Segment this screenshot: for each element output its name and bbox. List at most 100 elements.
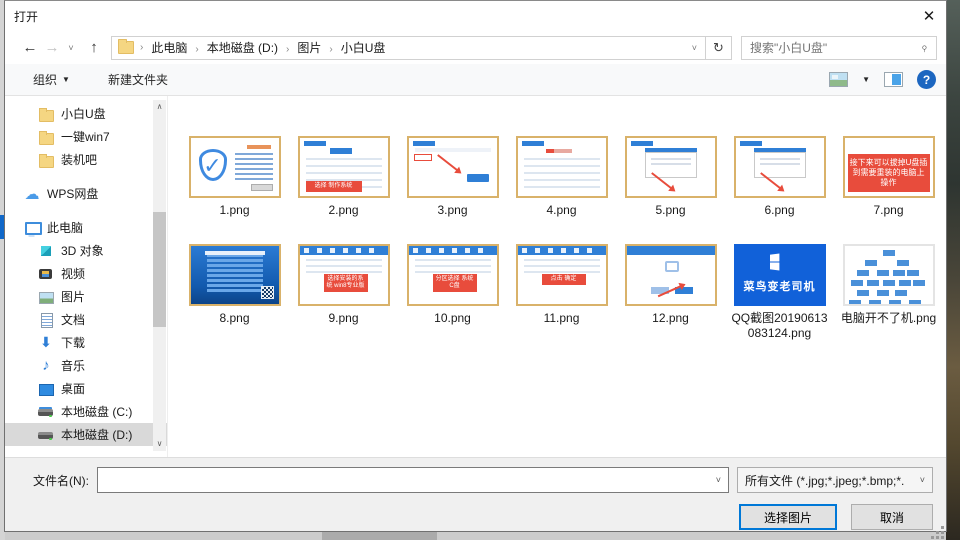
sidebar-item-图片[interactable]: 图片 [5, 285, 167, 308]
back-icon[interactable]: ← [19, 37, 41, 59]
file-name: 4.png [546, 203, 576, 218]
file-name: 7.png [873, 203, 903, 218]
filename-input[interactable] [98, 468, 709, 492]
sidebar-item-label: WPS网盘 [47, 185, 98, 202]
file-item[interactable]: 4.png [507, 136, 616, 244]
file-item[interactable]: 6.png [725, 136, 834, 244]
file-thumbnail[interactable] [843, 244, 935, 306]
file-thumbnail[interactable]: 选择 制作系统 [298, 136, 390, 198]
view-dropdown-icon[interactable]: ▼ [862, 75, 870, 84]
new-folder-label: 新建文件夹 [108, 71, 168, 88]
file-item[interactable]: ✓ 1.png [180, 136, 289, 244]
file-item[interactable]: 电脑开不了机.png [834, 244, 943, 352]
scroll-down-icon[interactable]: ∨ [157, 437, 163, 451]
file-item[interactable]: 分区选择 系统C盘10.png [398, 244, 507, 352]
music-icon: ♪ [38, 358, 54, 374]
address-dropdown-icon[interactable]: ˅ [684, 43, 705, 53]
help-icon[interactable]: ? [917, 70, 936, 89]
sidebar-item-本地磁盘 (D:)[interactable]: 本地磁盘 (D:) [5, 423, 167, 446]
breadcrumb-segment[interactable]: 本地磁盘 (D:) [199, 41, 286, 55]
thumbnail-callout-text: 分区选择 系统C盘 [433, 274, 477, 292]
folder-icon [38, 129, 54, 145]
file-item[interactable]: 3.png [398, 136, 507, 244]
file-name: 1.png [219, 203, 249, 218]
file-thumbnail[interactable] [407, 136, 499, 198]
file-thumbnail[interactable] [625, 244, 717, 306]
desktop-screen: 打开 ✕ ← → ˅ ↑ › 此电脑›本地磁盘 (D:)›图片›小白U盘 ˅ ↻… [0, 0, 960, 540]
search-icon[interactable]: ⌕ [911, 34, 938, 61]
thumbnail-callout-text: 点击 确定 [542, 274, 586, 285]
file-item[interactable]: 点击 确定11.png [507, 244, 616, 352]
filetype-dropdown-icon: ˅ [913, 475, 932, 485]
resize-grip[interactable] [941, 526, 944, 529]
file-item[interactable]: 12.png [616, 244, 725, 352]
file-name: 9.png [328, 311, 358, 326]
cancel-button[interactable]: 取消 [851, 504, 933, 530]
scroll-thumb[interactable] [153, 212, 166, 327]
file-thumbnail[interactable]: 选择安装的系统 win8专业版 [298, 244, 390, 306]
breadcrumb-segment[interactable]: 图片 [289, 41, 329, 55]
cloud-icon: ☁ [24, 186, 40, 202]
sidebar-item-文档[interactable]: 文档 [5, 308, 167, 331]
sidebar-item-label: 视频 [61, 265, 85, 282]
filename-dropdown-icon[interactable]: ˅ [709, 475, 728, 485]
search-box[interactable]: ⌕ [741, 36, 937, 60]
scroll-up-icon[interactable]: ∧ [157, 100, 163, 114]
file-thumbnail[interactable]: 分区选择 系统C盘 [407, 244, 499, 306]
sidebar-item-下载[interactable]: ⬇下载 [5, 331, 167, 354]
sidebar-item-音乐[interactable]: ♪音乐 [5, 354, 167, 377]
folder-icon [118, 41, 134, 54]
select-picture-button[interactable]: 选择图片 [739, 504, 837, 530]
title-bar[interactable]: 打开 ✕ [5, 1, 946, 31]
preview-pane-icon[interactable] [884, 72, 903, 87]
file-thumbnail[interactable] [625, 136, 717, 198]
file-item[interactable]: 选择安装的系统 win8专业版 9.png [289, 244, 398, 352]
search-input[interactable] [742, 41, 913, 55]
dialog-footer: 文件名(N): ˅ 所有文件 (*.jpg;*.jpeg;*.bmp;*. ˅ … [5, 457, 946, 531]
new-folder-button[interactable]: 新建文件夹 [100, 67, 176, 92]
sidebar-item-本地磁盘 (C:)[interactable]: 本地磁盘 (C:) [5, 400, 167, 423]
navigation-pane: 小白U盘一键win7装机吧 ☁ WPS网盘此电脑 3D 对象视频图片文档⬇下载♪音乐桌… [5, 96, 168, 457]
organize-button[interactable]: 组织 ▼ [25, 67, 78, 92]
sidebar-item-label: 本地磁盘 (D:) [61, 426, 132, 443]
file-item[interactable]: 菜鸟变老司机QQ截图20190613083124.png [725, 244, 834, 352]
sidebar-item-3D 对象[interactable]: 3D 对象 [5, 239, 167, 262]
file-thumbnail[interactable] [189, 244, 281, 306]
breadcrumb-segment[interactable]: 小白U盘 [333, 41, 394, 55]
file-item[interactable]: 接下来可以拔掉U盘插到需要重装的电脑上操作 7.png [834, 136, 943, 244]
file-thumbnail[interactable]: 点击 确定 [516, 244, 608, 306]
up-icon[interactable]: ↑ [83, 37, 105, 59]
recent-locations-icon[interactable]: ˅ [63, 37, 79, 59]
sidebar-item-label: 图片 [61, 288, 85, 305]
file-thumbnail[interactable] [734, 136, 826, 198]
sidebar-scrollbar[interactable]: ∧ ∨ [153, 100, 166, 451]
close-icon[interactable]: ✕ [912, 1, 946, 31]
file-thumbnail[interactable] [516, 136, 608, 198]
filetype-combobox[interactable]: 所有文件 (*.jpg;*.jpeg;*.bmp;*. ˅ [737, 467, 933, 493]
sidebar-item-小白U盘[interactable]: 小白U盘 [5, 102, 167, 125]
file-thumbnail[interactable]: 接下来可以拔掉U盘插到需要重装的电脑上操作 [843, 136, 935, 198]
navigation-row: ← → ˅ ↑ › 此电脑›本地磁盘 (D:)›图片›小白U盘 ˅ ↻ ⌕ [5, 31, 946, 64]
file-list-area: ✓ 1.png 选择 制作系统2.png3.png 4.png 5.png 6.png接下… [168, 96, 946, 457]
filename-combobox[interactable]: ˅ [97, 467, 729, 493]
file-item[interactable]: 8.png [180, 244, 289, 352]
sidebar-item-label: 此电脑 [47, 219, 83, 236]
file-item[interactable]: 选择 制作系统2.png [289, 136, 398, 244]
file-name: 5.png [655, 203, 685, 218]
refresh-button[interactable]: ↻ [706, 36, 732, 60]
file-name: 12.png [652, 311, 689, 326]
thumbnail-callout-text: 菜鸟变老司机 [736, 278, 824, 294]
sidebar-item-一键win7[interactable]: 一键win7 [5, 125, 167, 148]
view-thumbnails-icon[interactable] [829, 72, 848, 87]
video-icon [38, 266, 54, 282]
address-bar[interactable]: › 此电脑›本地磁盘 (D:)›图片›小白U盘 ˅ [111, 36, 706, 60]
sidebar-item-视频[interactable]: 视频 [5, 262, 167, 285]
file-item[interactable]: 5.png [616, 136, 725, 244]
sidebar-item-桌面[interactable]: 桌面 [5, 377, 167, 400]
breadcrumb-segment[interactable]: 此电脑 [143, 41, 195, 55]
sidebar-item-装机吧[interactable]: 装机吧 [5, 148, 167, 171]
sidebar-item-WPS网盘[interactable]: ☁ WPS网盘 [5, 182, 167, 205]
file-thumbnail[interactable]: ✓ [189, 136, 281, 198]
file-thumbnail[interactable]: 菜鸟变老司机 [734, 244, 826, 306]
sidebar-item-此电脑[interactable]: 此电脑 [5, 216, 167, 239]
